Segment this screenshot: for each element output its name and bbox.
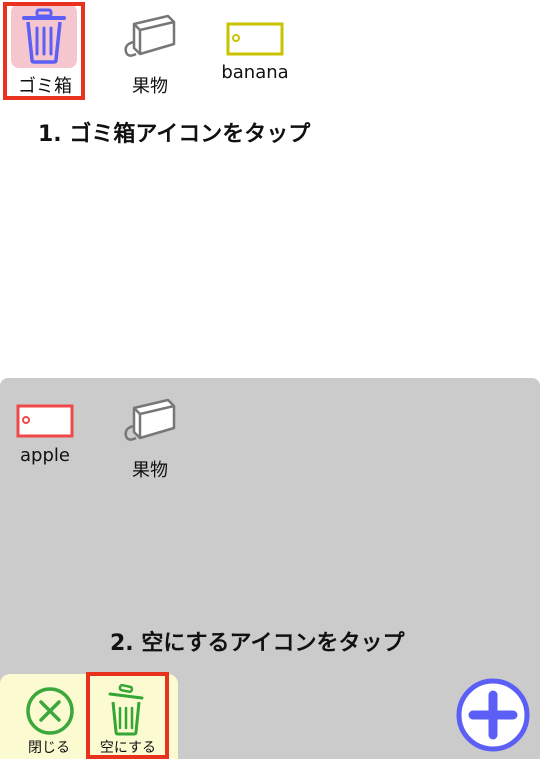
- highlight-frame-empty: [86, 672, 169, 759]
- close-label: 閉じる: [28, 740, 70, 756]
- instruction-step-1: 1. ゴミ箱アイコンをタップ: [38, 122, 311, 147]
- panel-fruit-label: 果物: [132, 460, 168, 481]
- highlight-frame-trash: [3, 2, 85, 100]
- instruction-step-2: 2. 空にするアイコンをタップ: [110, 631, 405, 656]
- tag-icon[interactable]: [16, 404, 74, 438]
- apple-label: apple: [20, 445, 70, 466]
- fruit-label: 果物: [132, 76, 168, 97]
- banana-label: banana: [221, 62, 289, 83]
- circle-plus-icon[interactable]: [455, 677, 531, 753]
- tag-icon[interactable]: [226, 22, 284, 56]
- box-tag-icon[interactable]: [120, 14, 180, 64]
- box-tag-icon[interactable]: [120, 398, 180, 448]
- circle-x-icon[interactable]: [25, 686, 75, 736]
